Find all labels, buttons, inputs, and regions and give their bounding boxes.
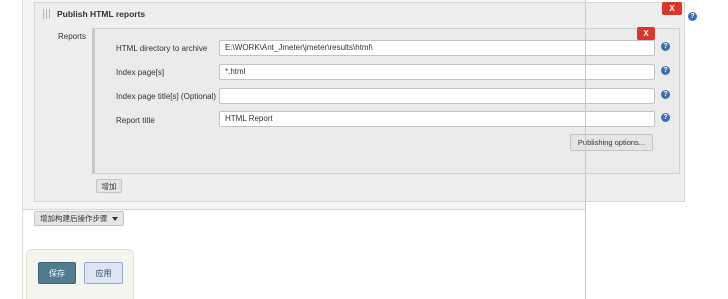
overlay-edge-line [585,0,586,299]
index-pages-input[interactable]: *.html [219,64,655,80]
add-post-build-step-label: 增加构建后操作步骤 [40,214,108,223]
report-title-input[interactable]: HTML Report [219,111,655,127]
html-directory-input[interactable]: E:\WORK\Ant_Jmeter\jmeter\results\html\ [219,40,655,56]
index-pages-label: Index page[s] [116,68,165,77]
delete-section-button[interactable]: X [662,2,682,15]
apply-button[interactable]: 应用 [84,262,123,284]
section-title: Publish HTML reports [57,9,146,19]
section-header: Publish HTML reports [43,9,145,19]
help-icon[interactable]: ? [661,42,670,51]
help-icon[interactable]: ? [688,12,697,21]
index-page-title-input[interactable] [219,88,655,104]
help-icon[interactable]: ? [661,66,670,75]
caret-down-icon [111,216,118,221]
html-directory-label: HTML directory to archive [116,44,208,53]
reports-label: Reports [58,32,87,41]
drag-handle-icon[interactable] [43,9,51,19]
add-report-button[interactable]: 增加 [96,179,122,193]
delete-report-button[interactable]: X [637,27,655,40]
publishing-options-button[interactable]: Publishing options... [570,134,653,151]
save-button[interactable]: 保存 [38,262,76,284]
help-icon[interactable]: ? [661,90,670,99]
help-icon[interactable]: ? [661,113,670,122]
add-post-build-step-button[interactable]: 增加构建后操作步骤 [34,211,124,226]
index-page-title-label: Index page title[s] (Optional) [116,92,217,101]
report-title-label: Report title [116,116,155,125]
